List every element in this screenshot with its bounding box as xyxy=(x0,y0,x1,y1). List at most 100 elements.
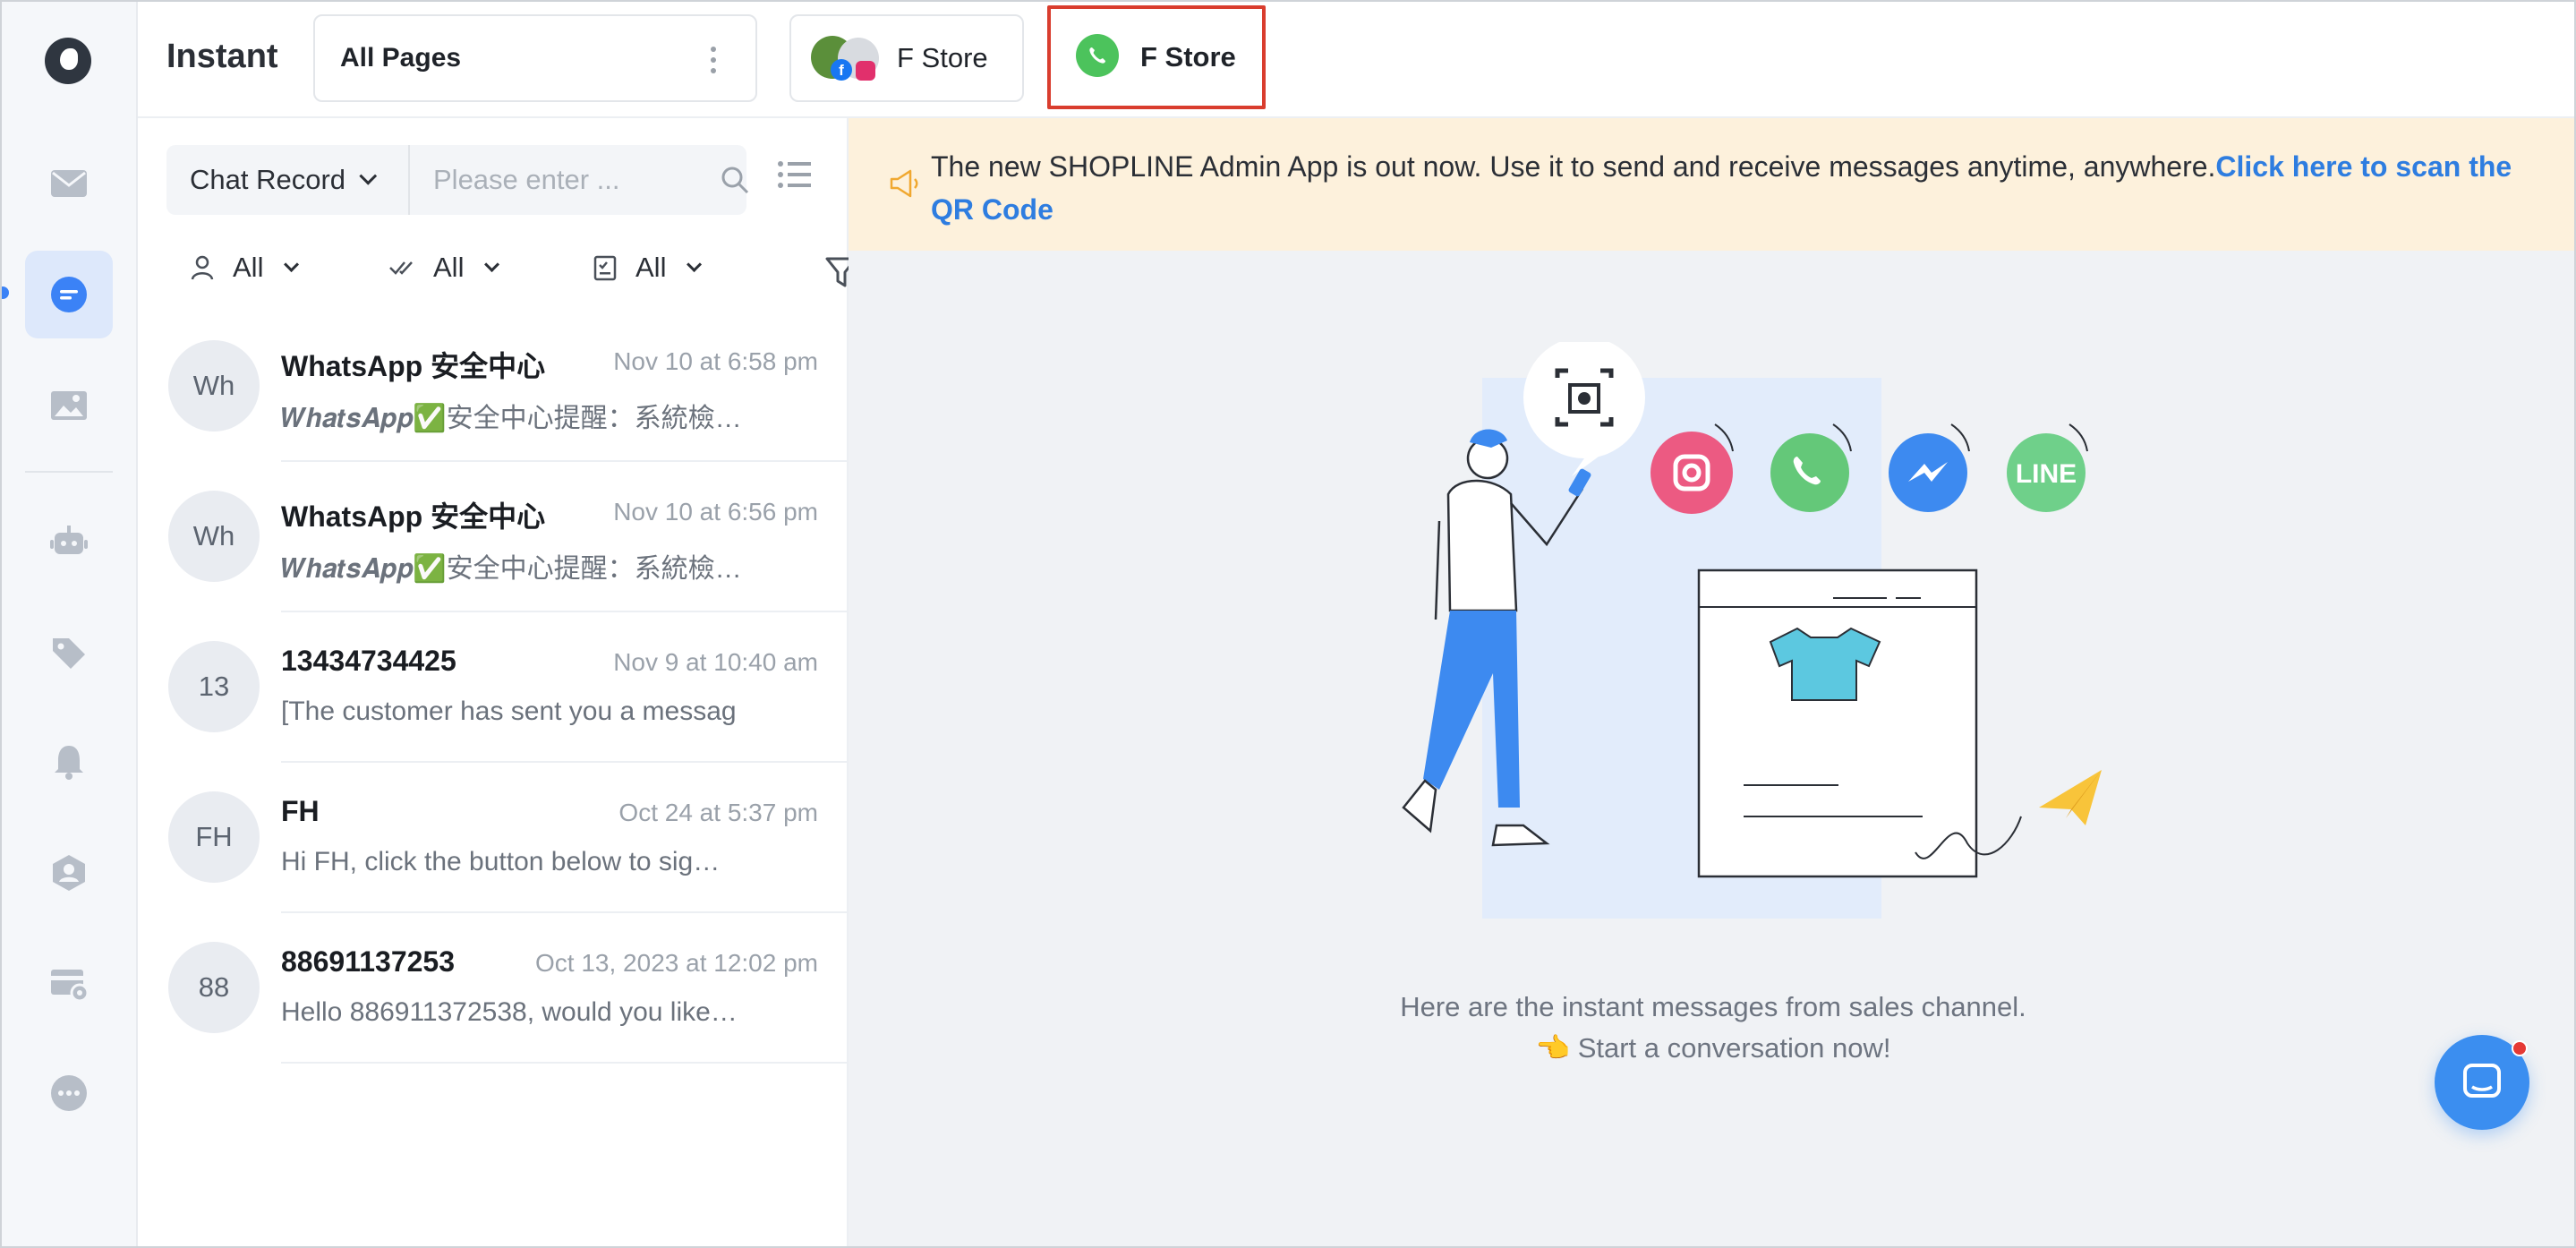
avatar: FH xyxy=(168,791,260,883)
conversation-item[interactable]: Wh WhatsApp 安全中心 Nov 10 at 6:58 pm 𝑾𝒉𝒂𝒕𝒔… xyxy=(138,312,849,462)
more-icon xyxy=(51,1075,87,1111)
line-icon: LINE xyxy=(2007,423,2088,512)
preview-text: Hi FH, click the button below to sig… xyxy=(281,847,721,876)
empty-state-line1: Here are the instant messages from sales… xyxy=(1400,991,2026,1022)
store-tab-label: F Store xyxy=(1140,41,1236,73)
search-input[interactable] xyxy=(412,145,746,215)
conversation-name: 88691137253 xyxy=(281,945,455,978)
paper-plane-icon xyxy=(2039,770,2102,825)
chat-bubble-icon xyxy=(2463,1064,2501,1098)
shopline-logo[interactable] xyxy=(45,38,91,84)
conversation-time: Nov 10 at 6:58 pm xyxy=(613,347,818,375)
pages-select[interactable]: All Pages xyxy=(313,14,757,102)
sidebar xyxy=(2,2,138,1246)
conversation-item[interactable]: 88 88691137253 Oct 13, 2023 at 12:02 pm … xyxy=(138,913,849,1064)
assignee-filter-value: All xyxy=(233,252,264,283)
messenger-icon xyxy=(1889,423,1970,512)
record-type-value: Chat Record xyxy=(190,164,346,195)
search-icon[interactable] xyxy=(720,165,750,195)
avatar: Wh xyxy=(168,491,260,582)
store-tab-whatsapp[interactable]: F Store xyxy=(1047,5,1266,109)
sidebar-item-inbox[interactable] xyxy=(25,140,113,227)
kebab-menu-icon[interactable] xyxy=(711,47,716,73)
checklist-icon xyxy=(593,255,617,281)
sidebar-item-media[interactable] xyxy=(25,362,113,449)
active-indicator xyxy=(2,286,9,299)
conversation-name: 13434734425 xyxy=(281,645,456,677)
tag-icon xyxy=(53,638,85,669)
empty-state-text: Here are the instant messages from sales… xyxy=(849,987,2574,1069)
record-type-select[interactable]: Chat Record xyxy=(166,145,410,215)
sidebar-item-notifications[interactable] xyxy=(25,718,113,806)
conversation-time: Nov 10 at 6:56 pm xyxy=(613,498,818,526)
pages-select-value: All Pages xyxy=(340,43,462,73)
sidebar-divider xyxy=(25,471,113,473)
app-title: Instant xyxy=(166,38,278,75)
robot-icon xyxy=(50,526,88,554)
read-filter[interactable]: All xyxy=(388,245,500,290)
chevron-down-icon xyxy=(284,256,300,272)
chat-icon xyxy=(51,277,87,312)
list-view-icon[interactable] xyxy=(777,159,813,190)
support-chat-button[interactable] xyxy=(2435,1035,2529,1130)
status-filter[interactable]: All xyxy=(591,245,703,290)
preview-text: ✅安全中心提醒：系統檢… xyxy=(413,404,742,433)
conversation-preview: Hi FH, click the button below to sig… xyxy=(281,847,782,877)
assignee-filter[interactable]: All xyxy=(188,245,300,290)
sidebar-item-chat[interactable] xyxy=(25,251,113,338)
sidebar-item-tags[interactable] xyxy=(25,609,113,697)
avatar: Wh xyxy=(168,340,260,432)
status-filter-value: All xyxy=(635,252,667,283)
sidebar-item-broadcast[interactable] xyxy=(25,940,113,1028)
conversation-preview: [The customer has sent you a messag xyxy=(281,697,782,727)
divider xyxy=(281,1062,849,1064)
preview-text: [The customer has sent you a messag xyxy=(281,697,737,726)
conversation-time: Oct 24 at 5:37 pm xyxy=(618,799,818,826)
conversation-preview: 𝑾𝒉𝒂𝒕𝒔𝑨𝒑𝒑✅安全中心提醒：系統檢… xyxy=(281,396,782,435)
empty-state-line2: 👈 Start a conversation now! xyxy=(1535,1032,1891,1064)
bell-icon xyxy=(55,746,83,780)
store-tab-label: F Store xyxy=(897,42,988,73)
facebook-icon: f xyxy=(831,59,852,81)
filter-bar: All All All xyxy=(188,245,857,290)
image-icon xyxy=(51,391,87,420)
conversation-item[interactable]: 13 13434734425 Nov 9 at 10:40 am [The cu… xyxy=(138,612,849,763)
announcement-text: The new SHOPLINE Admin App is out now. U… xyxy=(931,150,2216,183)
store-tab-social[interactable]: f F Store xyxy=(789,14,1024,102)
store-avatar: f xyxy=(811,36,891,82)
agent-icon xyxy=(53,855,85,891)
read-filter-value: All xyxy=(433,252,465,283)
preview-prefix: 𝑾𝒉𝒂𝒕𝒔𝑨𝒑𝒑 xyxy=(281,403,414,434)
sidebar-item-agents[interactable] xyxy=(25,829,113,917)
preview-text: Hello 886911372538, would you like… xyxy=(281,997,738,1027)
whatsapp-icon xyxy=(1076,34,1119,77)
conversation-item[interactable]: Wh WhatsApp 安全中心 Nov 10 at 6:56 pm 𝑾𝒉𝒂𝒕𝒔… xyxy=(138,462,849,612)
chevron-down-icon xyxy=(359,167,378,185)
conversation-panel: The new SHOPLINE Admin App is out now. U… xyxy=(849,118,2574,1246)
instagram-icon xyxy=(856,61,875,81)
double-check-icon xyxy=(389,261,413,275)
conversation-name: WhatsApp 安全中心 xyxy=(281,350,546,382)
avatar: 13 xyxy=(168,641,260,732)
conversation-list-panel: Chat Record All All All xyxy=(138,118,857,1246)
notification-badge xyxy=(2512,1040,2528,1056)
preview-text: ✅安全中心提醒：系統檢… xyxy=(413,554,742,584)
line-label: LINE xyxy=(2016,459,2077,489)
top-bar: Instant All Pages f F Store F Store xyxy=(138,2,2574,118)
sidebar-item-more[interactable] xyxy=(25,1049,113,1137)
announcement-banner: The new SHOPLINE Admin App is out now. U… xyxy=(849,118,2574,251)
preview-prefix: 𝑾𝒉𝒂𝒕𝒔𝑨𝒑𝒑 xyxy=(281,553,414,585)
conversation-name: WhatsApp 安全中心 xyxy=(281,500,546,533)
app-window: Instant All Pages f F Store F Store Chat… xyxy=(0,0,2576,1248)
broadcast-icon xyxy=(51,970,90,1003)
megaphone-icon xyxy=(890,169,918,198)
conversation-time: Nov 9 at 10:40 am xyxy=(613,648,818,676)
sidebar-item-bot[interactable] xyxy=(25,498,113,586)
conversation-name: FH xyxy=(281,795,320,827)
chevron-down-icon xyxy=(687,256,703,272)
conversation-item[interactable]: FH FH Oct 24 at 5:37 pm Hi FH, click the… xyxy=(138,763,849,913)
conversation-preview: 𝑾𝒉𝒂𝒕𝒔𝑨𝒑𝒑✅安全中心提醒：系統檢… xyxy=(281,546,782,586)
avatar: 88 xyxy=(168,942,260,1033)
product-card-icon xyxy=(1697,568,2022,878)
empty-state-illustration: LINE xyxy=(1402,342,2102,919)
